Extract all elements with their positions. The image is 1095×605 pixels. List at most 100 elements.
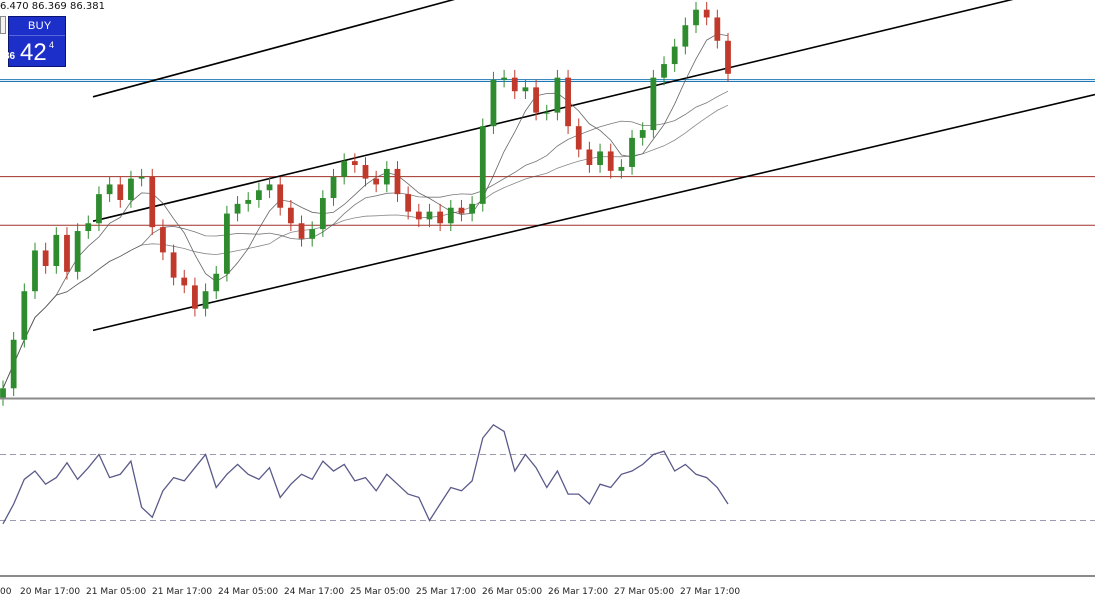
candle-body xyxy=(490,79,497,127)
candle-body xyxy=(437,211,444,224)
x-tick-label: 20 Mar 17:00 xyxy=(20,587,80,597)
x-tick-label: 21 Mar 05:00 xyxy=(86,587,146,597)
candle xyxy=(224,205,230,282)
buy-button-divider xyxy=(9,35,65,36)
candle-body xyxy=(458,207,465,214)
candle-body xyxy=(42,250,49,266)
candle-body xyxy=(53,234,60,266)
candle-body xyxy=(255,190,262,200)
candle-body xyxy=(522,87,529,92)
candle-body xyxy=(682,25,689,47)
candle xyxy=(565,69,571,134)
candle-body xyxy=(117,184,124,200)
candle-body xyxy=(64,234,70,272)
candle-body xyxy=(160,227,166,253)
candle-body xyxy=(661,64,667,78)
candle-body xyxy=(0,388,6,398)
x-tick-label: 24 Mar 17:00 xyxy=(284,587,344,597)
candle-body xyxy=(618,166,625,171)
candle-body xyxy=(693,9,699,26)
candle-body xyxy=(298,223,305,239)
candle-body xyxy=(245,199,252,204)
candle-body xyxy=(511,77,518,92)
candle-body xyxy=(639,130,646,138)
x-tick-label: 21 Mar 17:00 xyxy=(152,587,212,597)
candle-body xyxy=(170,252,177,278)
candle xyxy=(74,223,81,280)
trading-chart[interactable]: 00 20 Mar 17:00 21 Mar 05:00 21 Mar 17:00 24… xyxy=(0,0,1095,600)
x-tick-label: 24 Mar 05:00 xyxy=(218,587,278,597)
buy-button[interactable]: BUY 86 42 4 xyxy=(4,16,66,67)
buy-price-pip: 4 xyxy=(49,40,55,50)
candle xyxy=(32,242,38,299)
candle-body xyxy=(714,17,721,41)
x-tick-label: 00 xyxy=(0,587,12,597)
candle-body xyxy=(362,165,369,179)
candle-body xyxy=(586,149,593,166)
candle-body xyxy=(469,203,476,214)
buy-price-prefix: 86 xyxy=(4,51,16,62)
candle-body xyxy=(501,77,507,80)
candle-body xyxy=(543,112,550,114)
x-tick-label: 25 Mar 17:00 xyxy=(416,587,476,597)
candle-body xyxy=(149,176,156,228)
candle xyxy=(64,227,70,280)
candle-body xyxy=(447,207,454,224)
candle-body xyxy=(629,137,635,167)
candle-body xyxy=(479,126,486,204)
x-tick-label: 26 Mar 17:00 xyxy=(548,587,608,597)
candle-body xyxy=(277,184,284,208)
buy-price-main: 42 xyxy=(20,39,47,66)
chart-canvas[interactable]: 00 20 Mar 17:00 21 Mar 05:00 21 Mar 17:00 24… xyxy=(0,0,1095,600)
candle xyxy=(479,118,486,212)
candle xyxy=(10,331,17,397)
candle-body xyxy=(202,291,209,309)
candle-body xyxy=(128,178,134,200)
candle-body xyxy=(394,168,401,195)
candle-body xyxy=(373,178,380,185)
candle-body xyxy=(426,211,433,220)
candle-body xyxy=(266,184,273,191)
candle xyxy=(149,168,156,235)
candle-body xyxy=(192,285,198,309)
candle-body xyxy=(309,229,316,239)
candle-body xyxy=(10,339,17,389)
candle-body xyxy=(405,194,412,212)
candle-body xyxy=(565,77,571,127)
candle-body xyxy=(725,40,731,74)
candle xyxy=(21,283,28,348)
candle-body xyxy=(287,207,294,224)
candle-body xyxy=(21,291,28,340)
candle-body xyxy=(224,213,230,274)
candle-body xyxy=(181,277,188,286)
sell-button[interactable] xyxy=(0,16,6,34)
candle-body xyxy=(74,231,81,272)
one-click-trade-panel: BUY 86 42 4 xyxy=(0,16,66,67)
candle-body xyxy=(533,87,539,113)
candle-body xyxy=(703,9,710,18)
x-tick-label: 25 Mar 05:00 xyxy=(350,587,410,597)
candle xyxy=(650,69,657,138)
candle-body xyxy=(330,176,337,199)
candle-body xyxy=(671,46,678,65)
candle-body xyxy=(607,151,614,171)
candle-body xyxy=(234,203,241,214)
buy-button-label: BUY xyxy=(28,20,52,32)
candle xyxy=(490,71,497,134)
candle-body xyxy=(96,194,102,224)
x-tick-label: 27 Mar 17:00 xyxy=(680,587,740,597)
time-axis: 00 20 Mar 17:00 21 Mar 05:00 21 Mar 17:00 24… xyxy=(0,587,740,597)
candle-body xyxy=(351,161,358,166)
candle-body xyxy=(85,223,92,232)
candle-body xyxy=(106,184,113,195)
candle-body xyxy=(597,151,603,166)
candle-body xyxy=(32,250,38,292)
candle-body xyxy=(575,126,582,150)
candle-body xyxy=(341,161,348,177)
candle-body xyxy=(138,176,145,179)
x-tick-label: 26 Mar 05:00 xyxy=(482,587,542,597)
candle-body xyxy=(383,168,390,185)
x-tick-label: 27 Mar 05:00 xyxy=(614,587,674,597)
candle-body xyxy=(650,77,657,131)
candle-body xyxy=(554,77,561,113)
